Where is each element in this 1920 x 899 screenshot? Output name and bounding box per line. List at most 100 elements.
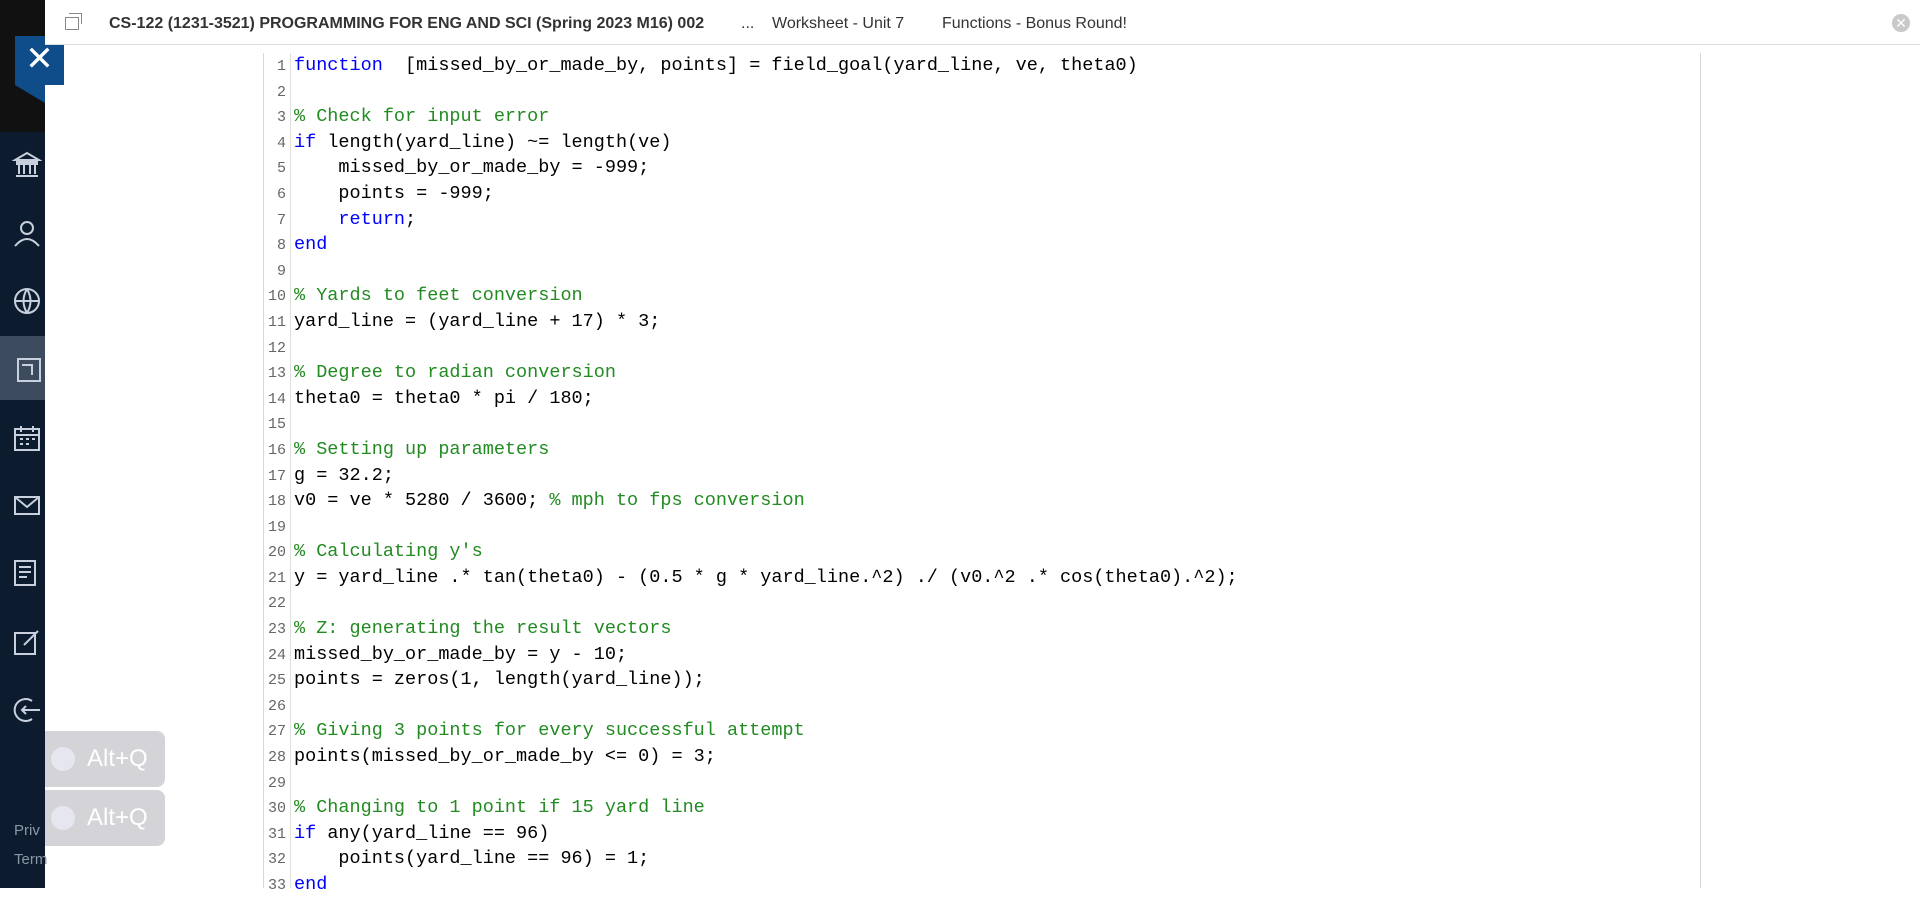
line-number: 12 (267, 339, 286, 357)
line-number: 33 (267, 877, 286, 894)
new-window-icon[interactable] (65, 13, 82, 30)
code-text: points(missed_by_or_made_by <= 0) = 3; (294, 746, 716, 768)
dismiss-icon[interactable]: ✕ (1892, 14, 1910, 32)
code-editor[interactable]: 1 function [missed_by_or_made_by, points]… (263, 53, 1701, 895)
code-line[interactable]: 6 points = -999; (264, 181, 1700, 207)
code-line[interactable]: 30 % Changing to 1 point if 15 yard line (264, 795, 1700, 821)
code-line[interactable]: 24 missed_by_or_made_by = y - 10; (264, 642, 1700, 668)
accessibility-shortcut-badge[interactable]: Alt+Q (45, 731, 165, 787)
history-icon[interactable] (12, 558, 42, 588)
code-line[interactable]: 10 % Yards to feet conversion (264, 283, 1700, 309)
code-line[interactable]: 15 (264, 411, 1700, 437)
left-nav-sidebar: Priv Term (0, 0, 47, 888)
code-comment: % Changing to 1 point if 15 yard line (294, 797, 705, 819)
shortcut-label: Alt+Q (87, 745, 148, 772)
privacy-link[interactable]: Priv (14, 822, 40, 839)
code-comment: % Setting up parameters (294, 438, 550, 460)
breadcrumb-ellipsis[interactable]: ... (741, 15, 754, 33)
code-text: [missed_by_or_made_by, points] = field_g… (382, 55, 1138, 76)
line-number: 7 (276, 211, 286, 229)
code-line[interactable]: 29 (264, 770, 1700, 796)
code-line[interactable]: 22 (264, 590, 1700, 616)
code-line[interactable]: 8 end (264, 232, 1700, 258)
breadcrumb-worksheet[interactable]: Worksheet - Unit 7 (772, 15, 904, 33)
code-line[interactable]: 19 (264, 514, 1700, 540)
calendar-icon[interactable] (12, 423, 42, 453)
code-keyword: return (338, 208, 406, 230)
breadcrumb-course[interactable]: CS-122 (1231-3521) PROGRAMMING FOR ENG A… (109, 15, 704, 33)
code-line[interactable]: 14 theta0 = theta0 * pi / 180; (264, 386, 1700, 412)
code-line[interactable]: 16 % Setting up parameters (264, 437, 1700, 463)
institution-icon[interactable] (12, 150, 42, 180)
top-breadcrumb-bar: CS-122 (1231-3521) PROGRAMMING FOR ENG A… (45, 0, 1920, 45)
line-number: 27 (267, 723, 286, 741)
code-line[interactable]: 9 (264, 258, 1700, 284)
code-text: missed_by_or_made_by = -999; (294, 157, 650, 179)
code-comment: % Degree to radian conversion (294, 362, 616, 384)
line-number: 3 (276, 109, 286, 127)
line-number: 1 (276, 58, 286, 75)
line-number: 20 (267, 544, 286, 562)
breadcrumb-current-page: Functions - Bonus Round! (942, 15, 1127, 32)
inbox-icon[interactable] (12, 490, 42, 520)
code-line[interactable]: 33 end (264, 872, 1700, 898)
terms-link[interactable]: Term (14, 851, 47, 868)
code-content: 1 function [missed_by_or_made_by, points]… (264, 53, 1700, 898)
code-text: g = 32.2; (294, 464, 394, 486)
account-icon[interactable] (12, 218, 42, 248)
code-comment: % Check for input error (294, 106, 550, 128)
code-text: theta0 = theta0 * pi / 180; (294, 387, 594, 409)
code-line[interactable]: 27 % Giving 3 points for every successful… (264, 718, 1700, 744)
line-number: 14 (267, 390, 286, 408)
code-line[interactable]: 4 if length(yard_line) ~= length(ve) (264, 130, 1700, 156)
code-text: missed_by_or_made_by = y - 10; (294, 643, 628, 665)
code-line[interactable]: 17 g = 32.2; (264, 463, 1700, 489)
shortcut-icon (51, 806, 75, 830)
code-line[interactable]: 12 (264, 335, 1700, 361)
line-number: 11 (267, 313, 286, 331)
line-number: 30 (267, 800, 286, 818)
code-comment: % Z: generating the result vectors (294, 618, 672, 640)
line-number: 5 (276, 160, 286, 178)
globe-icon[interactable] (12, 286, 42, 316)
code-keyword: if (294, 131, 317, 153)
code-line[interactable]: 5 missed_by_or_made_by = -999; (264, 155, 1700, 181)
code-text: y = yard_line .* tan(theta0) - (0.5 * g … (294, 566, 1238, 588)
code-line[interactable]: 28 points(missed_by_or_made_by <= 0) = 3; (264, 744, 1700, 770)
code-text: ; (405, 208, 417, 230)
code-line[interactable]: 31 if any(yard_line == 96) (264, 821, 1700, 847)
code-keyword: function (294, 55, 383, 76)
logout-icon[interactable] (12, 695, 42, 725)
line-number: 4 (276, 134, 286, 152)
line-number: 31 (267, 825, 286, 843)
code-text: points(yard_line == 96) = 1; (294, 848, 650, 870)
line-number: 17 (267, 467, 286, 485)
line-number: 13 (267, 365, 286, 383)
code-line[interactable]: 7 return; (264, 207, 1700, 233)
code-line[interactable]: 32 points(yard_line == 96) = 1; (264, 846, 1700, 872)
code-line[interactable]: 3 % Check for input error (264, 104, 1700, 130)
line-number: 21 (267, 569, 286, 587)
close-button-tail (15, 85, 45, 103)
code-line[interactable]: 18 v0 = ve * 5280 / 3600; % mph to fps co… (264, 488, 1700, 514)
courses-icon[interactable] (12, 355, 42, 385)
compose-icon[interactable] (12, 627, 42, 657)
accessibility-shortcut-badge[interactable]: Alt+Q (45, 790, 165, 846)
code-line[interactable]: 21 y = yard_line .* tan(theta0) - (0.5 * … (264, 565, 1700, 591)
line-number: 23 (267, 621, 286, 639)
code-keyword: end (294, 234, 328, 256)
line-number: 26 (267, 697, 286, 715)
line-number: 9 (276, 262, 286, 280)
code-line[interactable]: 26 (264, 693, 1700, 719)
code-line[interactable]: 2 (264, 79, 1700, 105)
line-number: 29 (267, 774, 286, 792)
code-line[interactable]: 23 % Z: generating the result vectors (264, 616, 1700, 642)
code-line[interactable]: 25 points = zeros(1, length(yard_line)); (264, 667, 1700, 693)
code-comment: % mph to fps conversion (549, 490, 805, 512)
code-line[interactable]: 20 % Calculating y's (264, 539, 1700, 565)
code-line[interactable]: 1 function [missed_by_or_made_by, points]… (264, 53, 1700, 79)
code-line[interactable]: 11 yard_line = (yard_line + 17) * 3; (264, 309, 1700, 335)
code-line[interactable]: 13 % Degree to radian conversion (264, 360, 1700, 386)
code-comment: % Yards to feet conversion (294, 285, 583, 307)
line-number: 6 (276, 185, 286, 203)
